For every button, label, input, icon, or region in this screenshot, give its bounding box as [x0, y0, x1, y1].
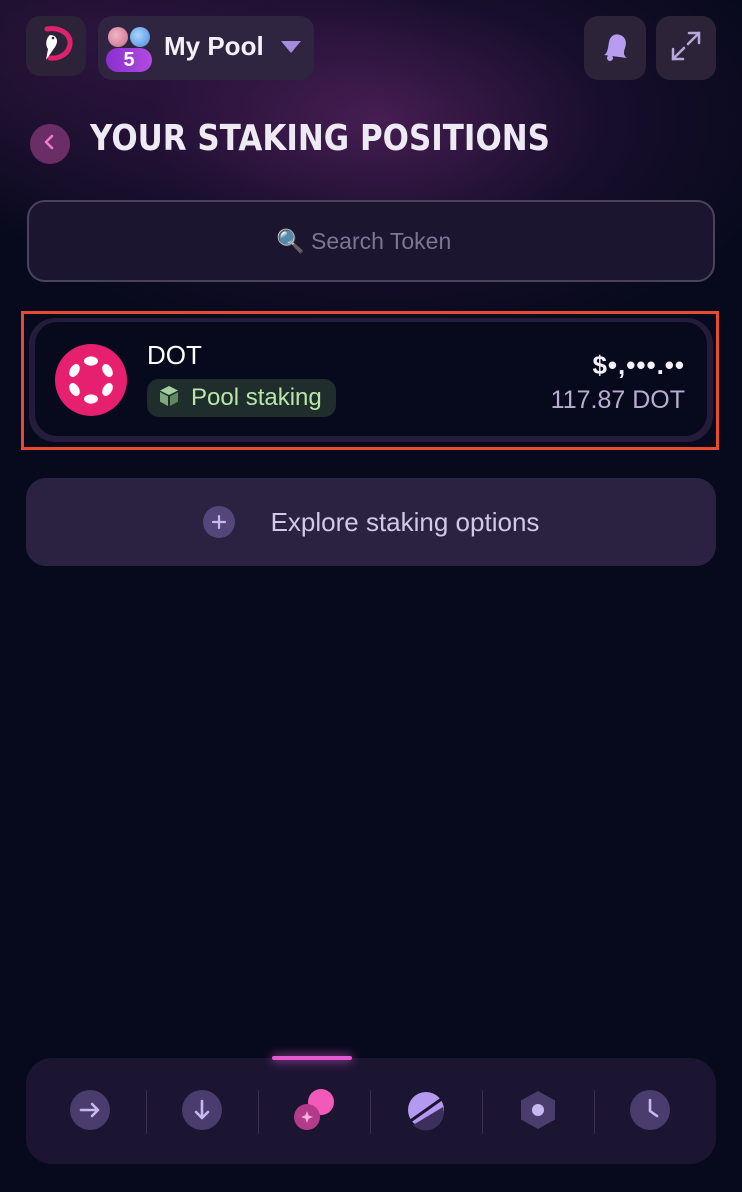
search-input[interactable] — [276, 227, 466, 255]
nav-divider — [594, 1090, 595, 1134]
header: 5 My Pool — [26, 16, 716, 80]
expand-button[interactable] — [656, 16, 716, 80]
nav-history[interactable] — [622, 1084, 678, 1140]
staking-type-label: Pool staking — [191, 384, 322, 411]
nav-send[interactable] — [62, 1084, 118, 1140]
governance-icon — [405, 1089, 447, 1136]
account-avatars: 5 — [106, 21, 160, 75]
cube-icon — [157, 384, 181, 413]
explore-label: Explore staking options — [270, 506, 540, 537]
bell-icon — [598, 29, 632, 68]
plus-icon — [202, 506, 235, 538]
nav-governance[interactable] — [398, 1084, 454, 1140]
usd-value: $•,•••.•• — [592, 350, 685, 380]
nav-divider — [370, 1090, 371, 1134]
token-name: DOT — [147, 340, 202, 370]
nav-receive[interactable] — [174, 1084, 230, 1140]
token-amount: 117.87 DOT — [550, 386, 685, 414]
nav-divider — [258, 1090, 259, 1134]
receive-icon — [181, 1089, 223, 1136]
active-indicator — [272, 1056, 352, 1060]
expand-icon — [670, 30, 702, 67]
staking-type-badge: Pool staking — [147, 379, 336, 417]
staking-icon — [289, 1085, 339, 1140]
page-title: YOUR STAKING POSITIONS — [90, 118, 550, 159]
app-logo-button[interactable] — [26, 16, 86, 76]
history-icon — [629, 1089, 671, 1136]
nav-nft[interactable] — [510, 1084, 566, 1140]
polkadot-icon — [55, 344, 127, 416]
nft-icon — [517, 1089, 559, 1136]
staking-position-inner: DOT Pool staking $•,•••.•• 117.87 DOT — [35, 322, 707, 436]
search-box[interactable] — [27, 200, 715, 282]
chevron-left-icon — [42, 134, 58, 155]
nav-divider — [146, 1090, 147, 1134]
account-selector[interactable]: 5 My Pool — [98, 16, 314, 80]
avatar — [108, 27, 128, 47]
bottom-nav — [26, 1056, 716, 1164]
account-name: My Pool — [164, 31, 264, 61]
chevron-down-icon — [280, 40, 302, 59]
account-count-badge: 5 — [106, 48, 152, 72]
explore-staking-button[interactable]: Explore staking options — [26, 478, 716, 566]
send-icon — [69, 1089, 111, 1136]
app-logo-icon — [37, 25, 75, 68]
staking-position-card[interactable]: DOT Pool staking $•,•••.•• 117.87 DOT — [29, 318, 713, 442]
nav-staking[interactable] — [286, 1084, 342, 1140]
notifications-button[interactable] — [584, 16, 646, 80]
nav-divider — [482, 1090, 483, 1134]
back-button[interactable] — [30, 124, 70, 164]
title-row: YOUR STAKING POSITIONS — [30, 118, 720, 168]
avatar — [130, 27, 150, 47]
